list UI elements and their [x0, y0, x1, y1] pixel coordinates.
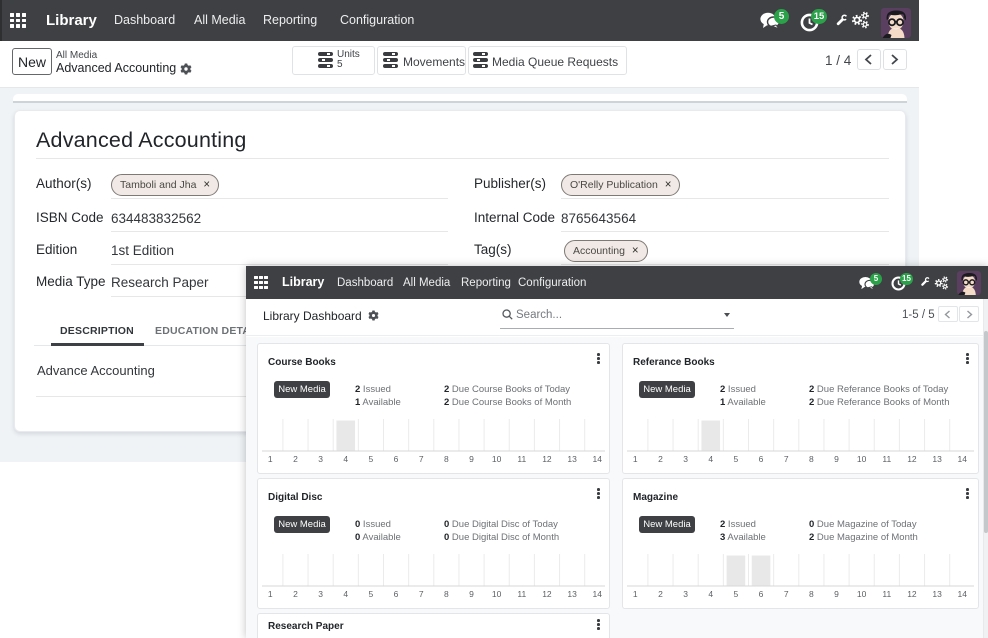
svg-text:4: 4 — [708, 454, 713, 464]
svg-text:12: 12 — [907, 589, 917, 599]
svg-text:8: 8 — [809, 454, 814, 464]
svg-text:1: 1 — [633, 589, 638, 599]
svg-text:12: 12 — [542, 454, 552, 464]
svg-text:4: 4 — [343, 454, 348, 464]
svg-text:5: 5 — [734, 589, 739, 599]
svg-text:3: 3 — [683, 454, 688, 464]
svg-text:9: 9 — [469, 454, 474, 464]
svg-text:1: 1 — [268, 589, 273, 599]
svg-text:12: 12 — [542, 589, 552, 599]
svg-text:2: 2 — [658, 454, 663, 464]
svg-text:14: 14 — [593, 454, 603, 464]
svg-text:6: 6 — [759, 454, 764, 464]
svg-text:6: 6 — [394, 589, 399, 599]
svg-text:7: 7 — [419, 454, 424, 464]
svg-text:9: 9 — [834, 589, 839, 599]
svg-text:3: 3 — [683, 589, 688, 599]
svg-text:13: 13 — [567, 454, 577, 464]
svg-text:11: 11 — [882, 454, 891, 464]
svg-text:3: 3 — [318, 454, 323, 464]
svg-text:8: 8 — [444, 589, 449, 599]
svg-text:14: 14 — [958, 589, 968, 599]
svg-text:4: 4 — [343, 589, 348, 599]
svg-text:11: 11 — [882, 589, 891, 599]
svg-text:6: 6 — [759, 589, 764, 599]
svg-text:13: 13 — [932, 589, 942, 599]
svg-text:1: 1 — [633, 454, 638, 464]
svg-text:5: 5 — [369, 589, 374, 599]
svg-text:7: 7 — [784, 454, 789, 464]
svg-text:13: 13 — [932, 454, 942, 464]
svg-text:5: 5 — [734, 454, 739, 464]
svg-text:9: 9 — [834, 454, 839, 464]
svg-text:10: 10 — [492, 589, 502, 599]
svg-text:12: 12 — [907, 454, 917, 464]
svg-text:7: 7 — [784, 589, 789, 599]
svg-text:11: 11 — [517, 454, 526, 464]
svg-text:13: 13 — [567, 589, 577, 599]
svg-text:2: 2 — [293, 454, 298, 464]
svg-text:8: 8 — [444, 454, 449, 464]
svg-text:14: 14 — [593, 589, 603, 599]
svg-text:1: 1 — [268, 454, 273, 464]
svg-text:9: 9 — [469, 589, 474, 599]
svg-text:10: 10 — [857, 589, 867, 599]
svg-text:14: 14 — [958, 454, 968, 464]
svg-text:11: 11 — [517, 589, 526, 599]
svg-text:2: 2 — [658, 589, 663, 599]
svg-text:10: 10 — [492, 454, 502, 464]
svg-text:5: 5 — [369, 454, 374, 464]
svg-text:3: 3 — [318, 589, 323, 599]
svg-text:7: 7 — [419, 589, 424, 599]
svg-text:8: 8 — [809, 589, 814, 599]
svg-text:6: 6 — [394, 454, 399, 464]
svg-text:10: 10 — [857, 454, 867, 464]
svg-text:4: 4 — [708, 589, 713, 599]
svg-text:2: 2 — [293, 589, 298, 599]
